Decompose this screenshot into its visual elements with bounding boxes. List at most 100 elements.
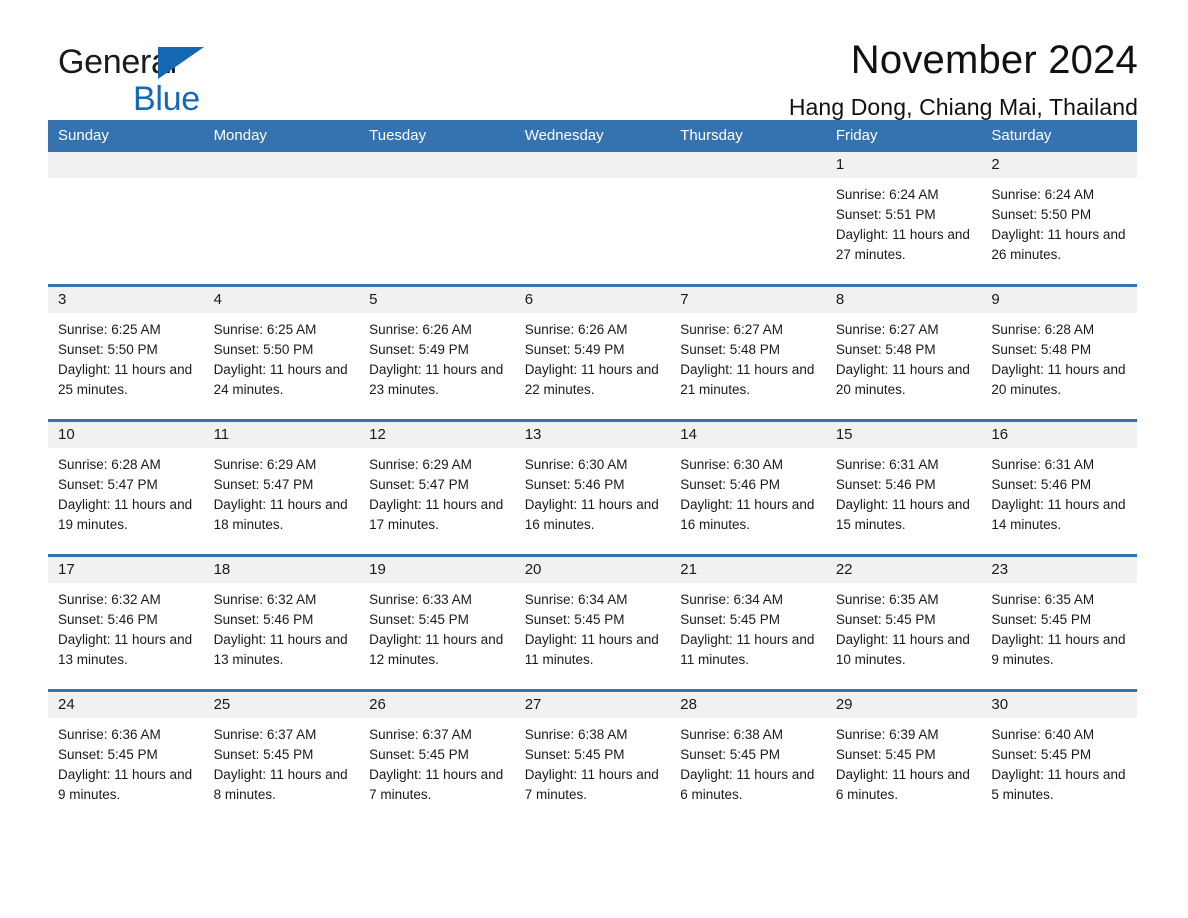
calendar-day-cell-empty	[670, 152, 826, 286]
sunrise-text: Sunrise: 6:36 AM	[58, 727, 161, 742]
sunrise-text: Sunrise: 6:34 AM	[524, 592, 628, 607]
day-cell-inner: 6 Sunrise: 6:26 AM Sunset: 5:49 PM Daylight…	[514, 287, 671, 419]
sunrise-text: Sunrise: 6:32 AM	[58, 592, 161, 607]
weekday-header-tuesday: Tuesday	[359, 120, 515, 152]
day-sun-info: Sunrise: 6:26 AM Sunset: 5:49 PM Daylight:…	[359, 313, 515, 400]
sunset-text: Sunset: 5:45 PM	[991, 612, 1092, 627]
calendar-day-cell[interactable]: 8 Sunrise: 6:27 AM Sunset: 5:48 PM Daylight…	[825, 284, 982, 421]
day-cell-inner: 28 Sunrise: 6:38 AM Sunset: 5:45 PM Dayligh…	[670, 692, 826, 824]
logo-text-general: General	[58, 45, 358, 81]
sunset-text: Sunset: 5:49 PM	[369, 342, 469, 357]
day-sun-info	[359, 178, 515, 185]
calendar-day-cell[interactable]: 19 Sunrise: 6:33 AM Sunset: 5:45 PM Dayligh…	[359, 554, 515, 691]
day-cell-inner: 25 Sunrise: 6:37 AM Sunset: 5:45 PM Dayligh…	[203, 692, 360, 824]
calendar-day-cell-empty	[359, 152, 515, 286]
calendar-page: General Blue November 2024 Hang Dong, Ch…	[0, 0, 1188, 918]
sunset-text: Sunset: 5:46 PM	[835, 477, 936, 492]
day-number: 23	[981, 557, 1137, 583]
calendar-day-cell[interactable]: 11 Sunrise: 6:29 AM Sunset: 5:47 PM Dayligh…	[203, 419, 360, 556]
calendar-day-cell[interactable]: 5 Sunrise: 6:26 AM Sunset: 5:49 PM Daylight…	[359, 284, 515, 421]
calendar-day-cell[interactable]: 7 Sunrise: 6:27 AM Sunset: 5:48 PM Daylight…	[670, 284, 826, 421]
calendar-day-cell[interactable]: 9 Sunrise: 6:28 AM Sunset: 5:48 PM Daylight…	[981, 284, 1137, 421]
calendar-day-cell[interactable]: 30 Sunrise: 6:40 AM Sunset: 5:45 PM Dayligh…	[981, 689, 1137, 824]
day-sun-info: Sunrise: 6:28 AM Sunset: 5:47 PM Daylight:…	[48, 448, 204, 535]
sunset-text: Sunset: 5:46 PM	[991, 477, 1092, 492]
daylight-text: Daylight: 11 hours and 23 minutes.	[369, 362, 504, 397]
day-number: 24	[48, 692, 204, 718]
sunset-text: Sunset: 5:45 PM	[680, 747, 781, 762]
calendar-week-row: 24 Sunrise: 6:36 AM Sunset: 5:45 PM Dayligh…	[48, 689, 1137, 824]
day-sun-info	[670, 178, 826, 185]
day-number: 9	[981, 287, 1137, 313]
logo-triangle-icon	[158, 47, 204, 79]
calendar-day-cell[interactable]: 26 Sunrise: 6:37 AM Sunset: 5:45 PM Dayligh…	[359, 689, 515, 824]
day-sun-info: Sunrise: 6:33 AM Sunset: 5:45 PM Daylight:…	[359, 583, 515, 670]
sunrise-text: Sunrise: 6:32 AM	[213, 592, 317, 607]
day-number: 27	[514, 692, 671, 718]
day-cell-inner: 18 Sunrise: 6:32 AM Sunset: 5:46 PM Dayligh…	[203, 557, 360, 689]
sunset-text: Sunset: 5:50 PM	[991, 207, 1092, 222]
generalblue-logo[interactable]: General Blue	[58, 45, 358, 125]
calendar-day-cell[interactable]: 6 Sunrise: 6:26 AM Sunset: 5:49 PM Daylight…	[514, 284, 671, 421]
calendar-day-cell[interactable]: 3 Sunrise: 6:25 AM Sunset: 5:50 PM Daylight…	[48, 284, 204, 421]
calendar-day-cell[interactable]: 12 Sunrise: 6:29 AM Sunset: 5:47 PM Dayligh…	[359, 419, 515, 556]
logo-blue-label: Blue	[133, 80, 200, 118]
day-sun-info: Sunrise: 6:25 AM Sunset: 5:50 PM Daylight:…	[48, 313, 204, 400]
day-sun-info: Sunrise: 6:40 AM Sunset: 5:45 PM Daylight:…	[981, 718, 1137, 805]
calendar-day-cell[interactable]: 17 Sunrise: 6:32 AM Sunset: 5:46 PM Dayligh…	[48, 554, 204, 691]
sunset-text: Sunset: 5:51 PM	[835, 207, 936, 222]
day-cell-inner: 12 Sunrise: 6:29 AM Sunset: 5:47 PM Dayligh…	[359, 422, 515, 554]
calendar-day-cell[interactable]: 10 Sunrise: 6:28 AM Sunset: 5:47 PM Dayligh…	[48, 419, 204, 556]
calendar-week-row: 3 Sunrise: 6:25 AM Sunset: 5:50 PM Daylight…	[48, 284, 1137, 421]
day-sun-info: Sunrise: 6:31 AM Sunset: 5:46 PM Daylight:…	[981, 448, 1137, 535]
day-sun-info: Sunrise: 6:38 AM Sunset: 5:45 PM Daylight:…	[670, 718, 826, 805]
daylight-text: Daylight: 11 hours and 12 minutes.	[369, 632, 504, 667]
sunrise-text: Sunrise: 6:26 AM	[524, 322, 628, 337]
calendar-day-cell[interactable]: 18 Sunrise: 6:32 AM Sunset: 5:46 PM Dayligh…	[203, 554, 360, 691]
daylight-text: Daylight: 11 hours and 7 minutes.	[524, 767, 659, 802]
sunrise-text: Sunrise: 6:39 AM	[835, 727, 939, 742]
day-number: 7	[670, 287, 826, 313]
calendar-day-cell[interactable]: 13 Sunrise: 6:30 AM Sunset: 5:46 PM Dayligh…	[514, 419, 671, 556]
calendar-day-cell-empty	[203, 152, 360, 286]
daylight-text: Daylight: 11 hours and 15 minutes.	[835, 497, 970, 532]
calendar-day-cell[interactable]: 16 Sunrise: 6:31 AM Sunset: 5:46 PM Dayligh…	[981, 419, 1137, 556]
daylight-text: Daylight: 11 hours and 6 minutes.	[835, 767, 970, 802]
day-cell-inner	[514, 152, 671, 284]
calendar-day-cell[interactable]: 2 Sunrise: 6:24 AM Sunset: 5:50 PM Daylight…	[981, 152, 1137, 286]
calendar-day-cell[interactable]: 14 Sunrise: 6:30 AM Sunset: 5:46 PM Dayligh…	[670, 419, 826, 556]
calendar-day-cell[interactable]: 21 Sunrise: 6:34 AM Sunset: 5:45 PM Dayligh…	[670, 554, 826, 691]
calendar-day-cell[interactable]: 27 Sunrise: 6:38 AM Sunset: 5:45 PM Dayligh…	[514, 689, 671, 824]
day-cell-inner: 14 Sunrise: 6:30 AM Sunset: 5:46 PM Dayligh…	[670, 422, 826, 554]
day-cell-inner: 13 Sunrise: 6:30 AM Sunset: 5:46 PM Dayligh…	[514, 422, 671, 554]
day-sun-info: Sunrise: 6:26 AM Sunset: 5:49 PM Daylight:…	[515, 313, 671, 400]
calendar-day-cell[interactable]: 25 Sunrise: 6:37 AM Sunset: 5:45 PM Dayligh…	[203, 689, 360, 824]
calendar-week-row: 17 Sunrise: 6:32 AM Sunset: 5:46 PM Dayligh…	[48, 554, 1137, 691]
calendar-day-cell[interactable]: 23 Sunrise: 6:35 AM Sunset: 5:45 PM Dayligh…	[981, 554, 1137, 691]
day-number: 18	[203, 557, 360, 583]
day-number: 17	[48, 557, 204, 583]
weekday-header-wednesday: Wednesday	[514, 120, 671, 152]
calendar-day-cell[interactable]: 1 Sunrise: 6:24 AM Sunset: 5:51 PM Daylight…	[825, 152, 982, 286]
calendar-day-cell[interactable]: 24 Sunrise: 6:36 AM Sunset: 5:45 PM Dayligh…	[48, 689, 204, 824]
sun-calendar-table: Sunday Monday Tuesday Wednesday Thursday…	[48, 120, 1137, 824]
day-cell-inner: 29 Sunrise: 6:39 AM Sunset: 5:45 PM Dayligh…	[825, 692, 982, 824]
calendar-day-cell[interactable]: 15 Sunrise: 6:31 AM Sunset: 5:46 PM Dayligh…	[825, 419, 982, 556]
calendar-day-cell[interactable]: 29 Sunrise: 6:39 AM Sunset: 5:45 PM Dayligh…	[825, 689, 982, 824]
daylight-text: Daylight: 11 hours and 16 minutes.	[524, 497, 659, 532]
calendar-day-cell[interactable]: 22 Sunrise: 6:35 AM Sunset: 5:45 PM Dayligh…	[825, 554, 982, 691]
sunrise-text: Sunrise: 6:31 AM	[991, 457, 1095, 472]
day-sun-info: Sunrise: 6:38 AM Sunset: 5:45 PM Daylight:…	[515, 718, 671, 805]
day-number: 21	[670, 557, 826, 583]
calendar-day-cell[interactable]: 4 Sunrise: 6:25 AM Sunset: 5:50 PM Daylight…	[203, 284, 360, 421]
daylight-text: Daylight: 11 hours and 6 minutes.	[680, 767, 815, 802]
sunset-text: Sunset: 5:47 PM	[369, 477, 469, 492]
daylight-text: Daylight: 11 hours and 11 minutes.	[680, 632, 815, 667]
sunset-text: Sunset: 5:45 PM	[680, 612, 781, 627]
calendar-day-cell[interactable]: 28 Sunrise: 6:38 AM Sunset: 5:45 PM Dayligh…	[670, 689, 826, 824]
daylight-text: Daylight: 11 hours and 25 minutes.	[58, 362, 193, 397]
day-cell-inner: 1 Sunrise: 6:24 AM Sunset: 5:51 PM Daylight…	[825, 152, 982, 284]
day-number	[48, 152, 204, 178]
calendar-day-cell[interactable]: 20 Sunrise: 6:34 AM Sunset: 5:45 PM Dayligh…	[514, 554, 671, 691]
daylight-text: Daylight: 11 hours and 14 minutes.	[991, 497, 1126, 532]
